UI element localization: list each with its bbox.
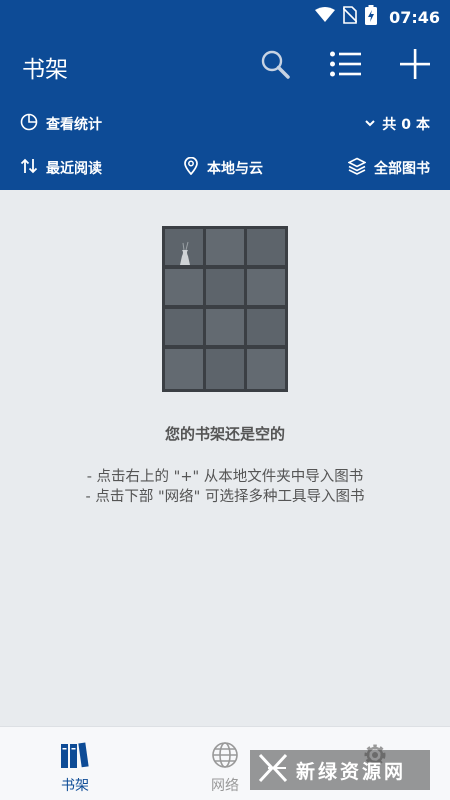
list-view-button[interactable] (327, 48, 363, 84)
add-button[interactable] (397, 48, 433, 84)
location-pin-icon (183, 156, 199, 179)
view-stats-label: 查看统计 (46, 117, 102, 133)
nav-label: 书架 (61, 778, 89, 794)
watermark-text: 新绿资源网 (296, 760, 407, 783)
empty-state-title: 您的书架还是空的 (164, 425, 285, 443)
page-title: 书架 (22, 57, 68, 83)
empty-state-tip: - 点击右上的 "+" 从本地文件夹中导入图书 (86, 469, 364, 485)
nav-item-bookshelf[interactable]: 书架 (0, 727, 150, 800)
book-count: 共0本 (382, 117, 430, 133)
chevron-down-icon (364, 116, 376, 132)
layers-icon (347, 157, 367, 179)
battery-charging-icon (365, 5, 378, 29)
bookshelf-icon (59, 739, 91, 771)
empty-state-tip: - 点击下部 "网络" 可选择多种工具导入图书 (85, 489, 365, 505)
view-stats-button[interactable]: 查看统计 (20, 102, 102, 146)
search-button[interactable] (257, 48, 293, 84)
book-count-dropdown[interactable]: 共0本 (364, 102, 430, 146)
source-filter-button[interactable]: 本地与云 (183, 146, 263, 190)
empty-shelf-illustration (162, 226, 288, 392)
add-icon (399, 48, 431, 84)
pie-chart-icon (20, 113, 38, 135)
source-label: 本地与云 (207, 161, 263, 177)
globe-icon (209, 739, 241, 771)
watermark: 新绿资源网 (250, 750, 430, 790)
status-bar: 07:46 (0, 0, 450, 30)
watermark-logo-icon (258, 753, 288, 787)
stats-row: 查看统计 共0本 (0, 102, 450, 146)
status-time: 07:46 (389, 7, 440, 27)
sort-icon (20, 158, 38, 178)
list-view-icon (329, 50, 361, 82)
sort-label: 最近阅读 (46, 161, 102, 177)
app-bar: 书架 (0, 30, 450, 102)
category-label: 全部图书 (374, 161, 430, 177)
sort-recent-button[interactable]: 最近阅读 (20, 146, 102, 190)
search-icon (259, 48, 291, 84)
filter-row: 最近阅读 本地与云 全部图书 (0, 146, 450, 190)
wifi-icon (315, 7, 336, 27)
no-sim-icon (342, 6, 358, 28)
category-filter-button[interactable]: 全部图书 (347, 146, 430, 190)
bookshelf-content: 您的书架还是空的 - 点击右上的 "+" 从本地文件夹中导入图书 - 点击下部 … (0, 190, 450, 726)
